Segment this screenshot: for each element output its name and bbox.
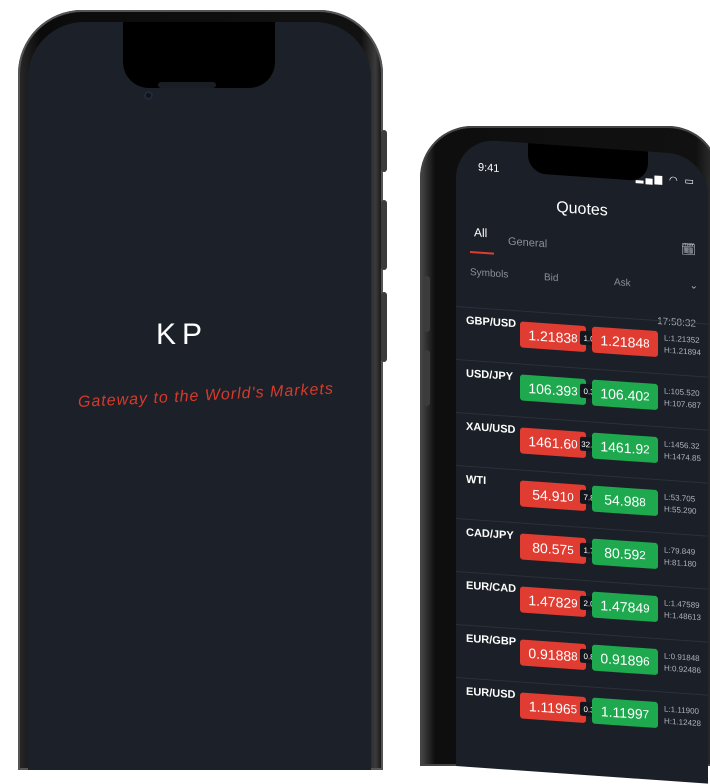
symbol-label: XAU/USD <box>466 420 516 437</box>
quotes-screen: 9:41 ▂▄▆ ◠ ▭ Quotes All General 🗓 Symbol… <box>456 138 708 784</box>
wifi-icon: ◠ <box>669 174 680 187</box>
splash-screen: KP Gateway to the World's Markets <box>28 22 371 770</box>
status-time: 9:41 <box>478 161 500 176</box>
low-value: L:1.47589 <box>664 598 700 611</box>
quotes-list: GBP/USD 1.2183 8 1.0 1.2184 8 L:1.21352 H:… <box>456 306 708 748</box>
low-value: L:1.11900 <box>664 704 699 716</box>
chevron-down-icon[interactable]: ⌄ <box>690 280 698 292</box>
ask-button[interactable]: 54.98 8 <box>592 485 658 517</box>
high-value: H:0.92486 <box>664 663 701 676</box>
status-icons: ▂▄▆ ◠ ▭ <box>636 173 696 188</box>
high-value: H:55.290 <box>664 504 697 516</box>
symbol-label: USD/JPY <box>466 367 514 383</box>
symbol-label: EUR/USD <box>466 685 516 702</box>
battery-icon: ▭ <box>684 175 696 188</box>
bid-button[interactable]: 80.57 5 <box>520 533 586 565</box>
ask-button[interactable]: 106.40 2 <box>592 379 658 411</box>
column-ask: Ask <box>614 277 631 290</box>
app-logo: KP <box>156 318 209 351</box>
signal-icon: ▂▄▆ <box>635 172 665 186</box>
bid-button[interactable]: 1.2183 8 <box>520 321 586 353</box>
splash-phone: KP Gateway to the World's Markets <box>18 10 387 770</box>
column-header: Symbols Bid Ask ⌄ <box>456 262 708 302</box>
speaker-grille <box>158 82 216 88</box>
high-value: H:107.687 <box>664 398 701 411</box>
notification-icon[interactable]: 🗓 <box>681 242 696 257</box>
high-value: H:1474.85 <box>664 451 701 464</box>
symbol-label: EUR/CAD <box>466 579 517 596</box>
ask-button[interactable]: 0.9189 6 <box>592 644 658 676</box>
page-title: Quotes <box>556 199 608 220</box>
bid-button[interactable]: 1.1196 5 <box>520 692 586 724</box>
bid-button[interactable]: 0.9188 8 <box>520 639 586 671</box>
symbol-label: EUR/GBP <box>466 632 517 649</box>
volume-up-button <box>381 200 387 270</box>
column-bid: Bid <box>544 272 559 285</box>
high-value: H:1.48613 <box>664 610 701 623</box>
ask-button[interactable]: 1.4784 9 <box>592 591 658 623</box>
ask-button[interactable]: 1.2184 8 <box>592 326 658 358</box>
high-value: H:1.12428 <box>664 716 701 729</box>
low-value: L:53.705 <box>664 492 696 504</box>
camera-icon <box>144 91 153 100</box>
low-value: L:105.520 <box>664 386 700 399</box>
volume-down-button <box>424 350 430 406</box>
symbol-label: CAD/JPY <box>466 526 514 543</box>
bid-button[interactable]: 54.91 0 <box>520 480 586 512</box>
phone-side-button <box>381 130 387 172</box>
ask-button[interactable]: 1.1199 7 <box>592 697 658 729</box>
active-tab-indicator <box>470 250 494 255</box>
tab-general[interactable]: General <box>508 236 547 251</box>
tagline: Gateway to the World's Markets <box>77 380 335 411</box>
low-value: L:0.91848 <box>664 651 700 664</box>
column-symbols: Symbols <box>470 266 509 281</box>
symbol-label: GBP/USD <box>466 314 517 331</box>
bid-button[interactable]: 1461.6 0 <box>520 427 586 459</box>
low-value: L:1456.32 <box>664 439 700 452</box>
high-value: H:1.21894 <box>664 345 701 358</box>
symbol-label: WTI <box>466 473 487 488</box>
high-value: H:81.180 <box>664 557 697 569</box>
bid-button[interactable]: 1.4782 9 <box>520 586 586 618</box>
tab-all[interactable]: All <box>474 225 487 240</box>
volume-up-button <box>424 276 430 332</box>
ask-button[interactable]: 1461.9 2 <box>592 432 658 464</box>
quotes-phone: 9:41 ▂▄▆ ◠ ▭ Quotes All General 🗓 Symbol… <box>420 126 710 784</box>
volume-down-button <box>381 292 387 362</box>
ask-button[interactable]: 80.59 2 <box>592 538 658 570</box>
bid-button[interactable]: 106.39 3 <box>520 374 586 406</box>
low-value: L:1.21352 <box>664 333 700 346</box>
phone-notch <box>123 22 275 88</box>
low-value: L:79.849 <box>664 545 696 557</box>
